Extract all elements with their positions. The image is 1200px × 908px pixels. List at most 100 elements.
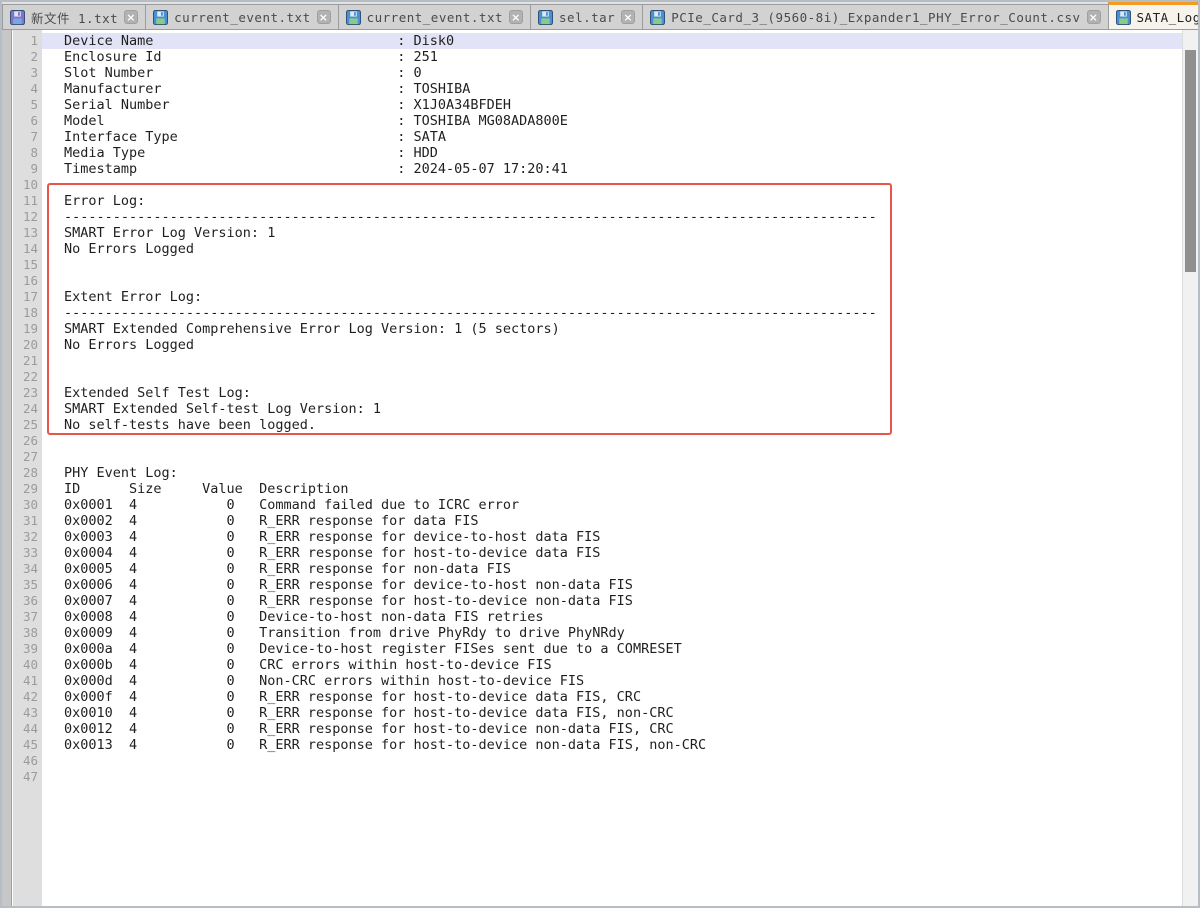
line-text: 0x0010 4 0 R_ERR response for host-to-de… bbox=[42, 705, 1182, 721]
line-number: 36 bbox=[2, 593, 38, 609]
code-line[interactable]: 340x0005 4 0 R_ERR response for non-data… bbox=[2, 561, 1182, 577]
code-line[interactable]: 410x000d 4 0 Non-CRC errors within host-… bbox=[2, 673, 1182, 689]
line-text: 0x0008 4 0 Device-to-host non-data FIS r… bbox=[42, 609, 1182, 625]
line-text bbox=[42, 449, 1182, 465]
code-line[interactable]: 19SMART Extended Comprehensive Error Log… bbox=[2, 321, 1182, 337]
editor-content[interactable]: 1Device Name : Disk02Enclosure Id : 2513… bbox=[2, 30, 1182, 785]
code-line[interactable]: 5Serial Number : X1J0A34BFDEH bbox=[2, 97, 1182, 113]
tab-close-icon[interactable]: × bbox=[1087, 10, 1101, 24]
line-text: 0x0003 4 0 R_ERR response for device-to-… bbox=[42, 529, 1182, 545]
code-line[interactable]: 25No self-tests have been logged. bbox=[2, 417, 1182, 433]
code-line[interactable]: 16 bbox=[2, 273, 1182, 289]
code-line[interactable]: 21 bbox=[2, 353, 1182, 369]
line-number: 9 bbox=[2, 161, 38, 177]
line-number: 17 bbox=[2, 289, 38, 305]
floppy-blue-icon bbox=[650, 10, 665, 25]
code-line[interactable]: 26 bbox=[2, 433, 1182, 449]
line-text bbox=[42, 369, 1182, 385]
line-number: 7 bbox=[2, 129, 38, 145]
line-text bbox=[42, 433, 1182, 449]
tab--1.txt[interactable]: 新文件 1.txt× bbox=[2, 4, 146, 29]
code-line[interactable]: 430x0010 4 0 R_ERR response for host-to-… bbox=[2, 705, 1182, 721]
code-line[interactable]: 370x0008 4 0 Device-to-host non-data FIS… bbox=[2, 609, 1182, 625]
tab-sata_log[interactable]: SATA_Log× bbox=[1108, 2, 1198, 30]
line-text: Enclosure Id : 251 bbox=[42, 49, 1182, 65]
code-line[interactable]: 330x0004 4 0 R_ERR response for host-to-… bbox=[2, 545, 1182, 561]
floppy-purple-icon bbox=[10, 10, 25, 25]
code-line[interactable]: 3Slot Number : 0 bbox=[2, 65, 1182, 81]
line-text: SMART Extended Comprehensive Error Log V… bbox=[42, 321, 1182, 337]
tab-current_event.txt[interactable]: current_event.txt× bbox=[145, 4, 338, 29]
code-line[interactable]: 23Extended Self Test Log: bbox=[2, 385, 1182, 401]
code-line[interactable]: 22 bbox=[2, 369, 1182, 385]
scrollbar-thumb[interactable] bbox=[1185, 50, 1196, 272]
tab-current_event.txt[interactable]: current_event.txt× bbox=[338, 4, 531, 29]
code-line[interactable]: 27 bbox=[2, 449, 1182, 465]
line-number: 19 bbox=[2, 321, 38, 337]
line-number: 2 bbox=[2, 49, 38, 65]
line-text: SMART Extended Self-test Log Version: 1 bbox=[42, 401, 1182, 417]
line-text: 0x0013 4 0 R_ERR response for host-to-de… bbox=[42, 737, 1182, 753]
code-line[interactable]: 17Extent Error Log: bbox=[2, 289, 1182, 305]
code-line[interactable]: 400x000b 4 0 CRC errors within host-to-d… bbox=[2, 657, 1182, 673]
code-line[interactable]: 15 bbox=[2, 257, 1182, 273]
code-line[interactable]: 450x0013 4 0 R_ERR response for host-to-… bbox=[2, 737, 1182, 753]
line-text: Extended Self Test Log: bbox=[42, 385, 1182, 401]
code-line[interactable]: 360x0007 4 0 R_ERR response for host-to-… bbox=[2, 593, 1182, 609]
line-number: 28 bbox=[2, 465, 38, 481]
line-number: 5 bbox=[2, 97, 38, 113]
tab-close-icon[interactable]: × bbox=[621, 10, 635, 24]
tab-pcie_card_3_-9560-8i-_expander1_phy_error_count.csv[interactable]: PCIe_Card_3_(9560-8i)_Expander1_PHY_Erro… bbox=[642, 4, 1108, 29]
line-text bbox=[42, 753, 1182, 769]
code-line[interactable]: 11Error Log: bbox=[2, 193, 1182, 209]
line-number: 32 bbox=[2, 529, 38, 545]
code-line[interactable]: 12--------------------------------------… bbox=[2, 209, 1182, 225]
code-line[interactable]: 380x0009 4 0 Transition from drive PhyRd… bbox=[2, 625, 1182, 641]
code-line[interactable]: 13SMART Error Log Version: 1 bbox=[2, 225, 1182, 241]
line-number: 45 bbox=[2, 737, 38, 753]
code-line[interactable]: 320x0003 4 0 R_ERR response for device-t… bbox=[2, 529, 1182, 545]
code-line[interactable]: 310x0002 4 0 R_ERR response for data FIS bbox=[2, 513, 1182, 529]
tab-close-icon[interactable]: × bbox=[124, 10, 138, 24]
editor-area[interactable]: 1Device Name : Disk02Enclosure Id : 2513… bbox=[2, 30, 1198, 906]
line-number: 15 bbox=[2, 257, 38, 273]
tab-label: sel.tar bbox=[559, 10, 615, 25]
floppy-blue-icon bbox=[346, 10, 361, 25]
tab-close-icon[interactable]: × bbox=[509, 10, 523, 24]
code-line[interactable]: 46 bbox=[2, 753, 1182, 769]
code-line[interactable]: 6Model : TOSHIBA MG08ADA800E bbox=[2, 113, 1182, 129]
code-line[interactable]: 2Enclosure Id : 251 bbox=[2, 49, 1182, 65]
line-text: 0x0007 4 0 R_ERR response for host-to-de… bbox=[42, 593, 1182, 609]
code-line[interactable]: 24SMART Extended Self-test Log Version: … bbox=[2, 401, 1182, 417]
code-line[interactable]: 390x000a 4 0 Device-to-host register FIS… bbox=[2, 641, 1182, 657]
line-number: 20 bbox=[2, 337, 38, 353]
vertical-scrollbar[interactable] bbox=[1182, 30, 1198, 906]
line-number: 3 bbox=[2, 65, 38, 81]
code-line[interactable]: 29ID Size Value Description bbox=[2, 481, 1182, 497]
code-line[interactable]: 18--------------------------------------… bbox=[2, 305, 1182, 321]
code-line[interactable]: 10 bbox=[2, 177, 1182, 193]
line-number: 44 bbox=[2, 721, 38, 737]
tab-close-icon[interactable]: × bbox=[317, 10, 331, 24]
tab-sel.tar[interactable]: sel.tar × bbox=[530, 4, 643, 29]
code-line[interactable]: 47 bbox=[2, 769, 1182, 785]
line-number: 16 bbox=[2, 273, 38, 289]
tab-label: SATA_Log bbox=[1137, 10, 1198, 25]
code-line[interactable]: 20No Errors Logged bbox=[2, 337, 1182, 353]
code-line[interactable]: 300x0001 4 0 Command failed due to ICRC … bbox=[2, 497, 1182, 513]
code-line[interactable]: 7Interface Type : SATA bbox=[2, 129, 1182, 145]
code-line[interactable]: 8Media Type : HDD bbox=[2, 145, 1182, 161]
line-number: 10 bbox=[2, 177, 38, 193]
line-text bbox=[42, 353, 1182, 369]
floppy-blue-icon bbox=[153, 10, 168, 25]
line-number: 25 bbox=[2, 417, 38, 433]
code-line[interactable]: 28PHY Event Log: bbox=[2, 465, 1182, 481]
code-line[interactable]: 14No Errors Logged bbox=[2, 241, 1182, 257]
code-line[interactable]: 440x0012 4 0 R_ERR response for host-to-… bbox=[2, 721, 1182, 737]
code-line[interactable]: 1Device Name : Disk0 bbox=[2, 33, 1182, 49]
line-text: ----------------------------------------… bbox=[42, 209, 1182, 225]
code-line[interactable]: 9Timestamp : 2024-05-07 17:20:41 bbox=[2, 161, 1182, 177]
code-line[interactable]: 420x000f 4 0 R_ERR response for host-to-… bbox=[2, 689, 1182, 705]
code-line[interactable]: 4Manufacturer : TOSHIBA bbox=[2, 81, 1182, 97]
code-line[interactable]: 350x0006 4 0 R_ERR response for device-t… bbox=[2, 577, 1182, 593]
